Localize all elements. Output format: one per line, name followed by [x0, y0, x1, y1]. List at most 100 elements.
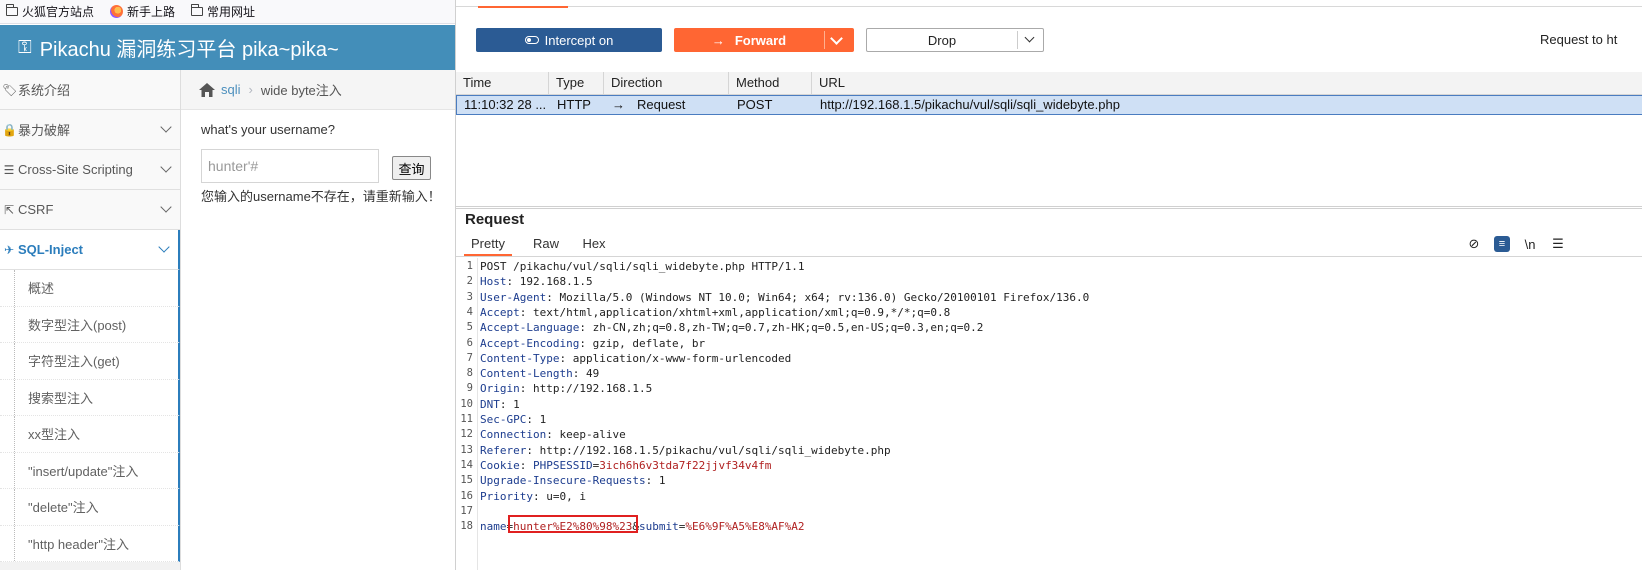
breadcrumb-current: wide byte注入 [260, 83, 342, 98]
code-line: User-Agent: Mozilla/5.0 (Windows NT 10.0… [480, 291, 1089, 304]
code-line: Sec-GPC: 1 [480, 413, 546, 426]
drop-label[interactable]: Drop [867, 29, 1017, 51]
line-number: 9 [466, 382, 473, 395]
forward-main[interactable]: → Forward [674, 28, 824, 52]
username-input[interactable] [201, 149, 379, 183]
sidebar-item-intro[interactable]: 🏷 系统介绍 [0, 70, 180, 110]
chevron-down-icon[interactable] [1024, 32, 1035, 43]
tab-strip [456, 0, 1642, 8]
header-value: POST /pikachu/vul/sqli/sqli_widebyte.php… [480, 260, 805, 273]
tag-icon: 🏷 [2, 82, 18, 97]
sidebar-subitem-label: "http header"注入 [28, 536, 130, 552]
sidebar-subitem[interactable]: "insert/update"注入 [0, 452, 180, 489]
column-header-type[interactable]: Type [549, 72, 604, 94]
header-key: Referer [480, 443, 527, 457]
word-wrap-icon[interactable]: ≡ [1494, 236, 1510, 252]
column-header-direction[interactable]: Direction [604, 72, 729, 94]
home-icon[interactable] [199, 82, 215, 97]
main-content: sqli › wide byte注入 what's your username?… [181, 70, 455, 570]
bookmark-item[interactable]: 常用网址 [190, 3, 256, 20]
sidebar-subitem-label: 搜索型注入 [28, 390, 94, 406]
line-number: 14 [460, 458, 473, 471]
sidebar-item-bruteforce[interactable]: 🔒 暴力破解 [0, 110, 180, 150]
breadcrumb: sqli › wide byte注入 [181, 70, 455, 110]
sidebar-item-label: Cross-Site Scripting [18, 162, 133, 177]
cell-method: POST [737, 97, 773, 112]
line-number: 17 [460, 504, 473, 517]
tab-hex[interactable]: Hex [576, 234, 612, 256]
code-line: Content-Type: application/x-www-form-url… [480, 352, 791, 365]
bookmark-item[interactable]: 新手上路 [110, 3, 175, 20]
header-key: User-Agent [480, 290, 547, 304]
header-value: : [519, 458, 533, 472]
column-header-time[interactable]: Time [456, 72, 549, 94]
header-value: : 49 [572, 367, 600, 381]
hide-nonprintable-icon[interactable]: ⊘ [1466, 236, 1482, 252]
breadcrumb-separator: › [248, 82, 253, 97]
browser-pane: 火狐官方站点 新手上路 常用网址 ⚿ Pikachu 漏洞练习平台 pika~p… [0, 0, 455, 570]
firefox-icon [110, 5, 124, 18]
sidebar-subitem-label: 概述 [28, 281, 55, 297]
chevron-down-icon [160, 201, 172, 213]
folder-icon [190, 4, 204, 16]
intercept-queue-table: Time Type Direction Method URL 11:10:32 … [456, 72, 1642, 209]
line-number: 8 [466, 367, 473, 380]
body-value: %E6%9F%A5%E8%AF%A2 [685, 520, 805, 534]
header-value: : 1 [499, 397, 520, 411]
menu-icon[interactable]: ☰ [1550, 236, 1566, 252]
tab-pretty[interactable]: Pretty [464, 234, 512, 256]
sidebar-subitem[interactable]: "http header"注入 [0, 525, 180, 562]
bookmark-label: 常用网址 [207, 5, 256, 19]
sidebar-item-sqli[interactable]: ✈ SQL-Inject [0, 230, 180, 270]
bookmarks-bar: 火狐官方站点 新手上路 常用网址 [0, 0, 455, 24]
table-row[interactable]: 11:10:32 28 ... HTTP → Request POST http:… [456, 95, 1642, 115]
editor-toolbar: ⊘ ≡ \n ☰ [1466, 236, 1566, 252]
sidebar-subitem[interactable]: "delete"注入 [0, 489, 180, 526]
column-header-method[interactable]: Method [729, 72, 812, 94]
header-key: Accept [480, 305, 520, 319]
cell-url: http://192.168.1.5/pikachu/vul/sqli/sqli… [820, 97, 1120, 112]
sidebar-item-csrf[interactable]: ⇱ CSRF [0, 190, 180, 230]
sidebar-subitem-label: xx型注入 [28, 427, 81, 443]
chevron-down-icon[interactable] [830, 32, 843, 45]
sidebar-subitem-label: 数字型注入(post) [28, 317, 127, 333]
breadcrumb-link[interactable]: sqli [221, 82, 241, 97]
header-key: Connection [480, 428, 547, 442]
header-value: : http://192.168.1.5/pikachu/vul/sqli/sq… [526, 443, 891, 457]
fighter-jet-icon: ✈ [3, 242, 15, 257]
external-link-icon: ⇱ [3, 202, 15, 217]
sidebar-subitem[interactable]: 概述 [0, 270, 180, 307]
sidebar-subitem[interactable]: 数字型注入(post) [0, 306, 180, 343]
bookmark-item[interactable]: 火狐官方站点 [5, 3, 94, 20]
folder-icon [5, 4, 18, 16]
toggle-icon [524, 36, 539, 44]
tab-intercept[interactable] [478, 0, 568, 8]
result-message: 您输入的username不存在，请重新输入！ [201, 189, 441, 204]
burp-proxy-pane: Intercept on → Forward Drop Request to ht… [455, 0, 1642, 570]
forward-button[interactable]: → Forward [674, 28, 854, 52]
newline-icon[interactable]: \n [1522, 236, 1538, 252]
drop-button[interactable]: Drop [866, 28, 1044, 52]
sidebar-item-xss[interactable]: ☰ Cross-Site Scripting [0, 150, 180, 190]
sidebar-subitem[interactable]: 字符型注入(get) [0, 343, 180, 380]
header-value: : 192.168.1.5 [506, 275, 593, 289]
code-line: Content-Length: 49 [480, 367, 599, 380]
column-header-url[interactable]: URL [812, 72, 1642, 94]
intercept-toggle-button[interactable]: Intercept on [476, 28, 662, 52]
sidebar-subitem[interactable]: xx型注入 [0, 416, 180, 453]
header-key: Priority [480, 489, 533, 503]
sidebar-subitem-label: "insert/update"注入 [28, 463, 139, 479]
cookie-value: 3ich6h6v3tda7f22jjvf34v4fm [599, 458, 772, 472]
app-title[interactable]: Pikachu 漏洞练习平台 pika~pika~ [40, 33, 339, 62]
tab-raw[interactable]: Raw [526, 234, 566, 256]
line-number: 2 [466, 275, 473, 288]
line-number: 15 [460, 474, 473, 487]
header-key: Origin [480, 382, 520, 396]
arrow-right-icon: → [711, 32, 725, 48]
query-button[interactable]: 查询 [392, 156, 431, 180]
line-number: 1 [466, 260, 473, 272]
sidebar-subitem[interactable]: 搜索型注入 [0, 379, 180, 416]
line-number: 18 [460, 520, 473, 533]
request-editor[interactable]: 1 2 3 4 5 6 7 8 9 10 11 12 13 14 15 16 17 18 POST /pikach… [456, 258, 1642, 570]
sidebar-subitem-label: 字符型注入(get) [28, 354, 120, 370]
